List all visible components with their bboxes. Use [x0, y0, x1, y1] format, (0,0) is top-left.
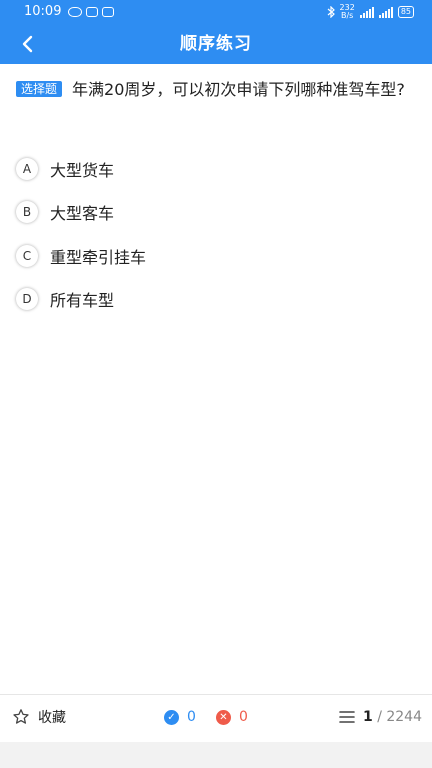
battery-icon: 85: [397, 6, 414, 18]
nfc-icon: [86, 7, 98, 17]
status-bar: 10:09 232 B/s 85: [0, 0, 432, 24]
signal-icon-2: [378, 6, 393, 18]
current-index: 1: [362, 709, 373, 725]
bottom-toolbar: 收藏 ✓ 0 ✕ 0 1 / 2244: [0, 694, 432, 743]
wrong-count: 0: [239, 709, 248, 725]
alarm-icon: [102, 7, 114, 17]
option-letter: B: [16, 201, 38, 223]
signal-icon: [359, 6, 374, 18]
wrong-counter[interactable]: ✕ 0: [216, 709, 248, 725]
favorite-label: 收藏: [38, 710, 66, 726]
list-icon: [339, 711, 355, 723]
star-outline-icon: [13, 709, 29, 724]
option-a[interactable]: A 大型货车: [16, 157, 114, 181]
status-system-icons: 232 B/s 85: [327, 0, 414, 24]
question-type-tag: 选择题: [16, 81, 63, 97]
favorite-button[interactable]: 收藏: [12, 707, 66, 727]
option-letter: C: [16, 245, 38, 267]
option-d[interactable]: D 所有车型: [16, 287, 114, 311]
option-b[interactable]: B 大型客车: [16, 200, 114, 224]
option-text: 重型牵引挂车: [50, 248, 147, 267]
navigation-bar-area: [0, 742, 432, 768]
question-stem: 选择题 年满20周岁，可以初次申请下列哪种准驾车型?: [16, 78, 416, 102]
correct-counter[interactable]: ✓ 0: [164, 709, 196, 725]
option-text: 所有车型: [50, 291, 115, 310]
total-count: 2244: [386, 709, 422, 725]
progress-separator: /: [377, 709, 382, 725]
option-c[interactable]: C 重型牵引挂车: [16, 244, 146, 268]
network-speed: 232 B/s: [339, 3, 355, 20]
title-bar: 顺序练习: [0, 24, 432, 64]
option-text: 大型客车: [50, 204, 115, 223]
question-progress[interactable]: 1 / 2244: [339, 709, 422, 725]
page-title: 顺序练习: [180, 34, 252, 54]
option-letter: D: [16, 288, 38, 310]
check-circle-icon: ✓: [164, 709, 179, 725]
correct-count: 0: [187, 709, 196, 725]
cross-circle-icon: ✕: [216, 709, 231, 725]
eye-icon: [68, 7, 82, 17]
status-time: 10:09: [24, 4, 62, 19]
option-letter: A: [16, 158, 38, 180]
question-text: 年满20周岁，可以初次申请下列哪种准驾车型?: [72, 80, 405, 99]
status-notification-icons: [68, 0, 114, 24]
app-header: 10:09 232 B/s 85 顺序练习: [0, 0, 432, 64]
option-text: 大型货车: [50, 161, 115, 180]
bluetooth-icon: [327, 6, 335, 18]
